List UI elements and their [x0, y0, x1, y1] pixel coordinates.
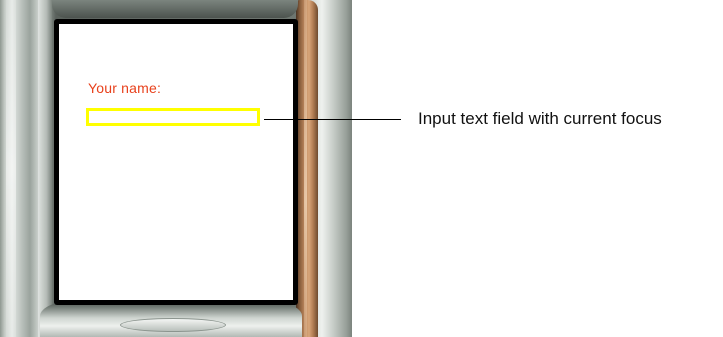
callout-line	[264, 119, 401, 120]
stage: Your name: Input text field with current…	[0, 0, 723, 337]
device-screen: Your name:	[59, 24, 293, 300]
bezel-inner-edge	[38, 0, 52, 337]
top-cap	[52, 0, 298, 18]
callout-label: Input text field with current focus	[418, 109, 662, 128]
name-field-label: Your name:	[88, 80, 162, 96]
side-trim	[296, 0, 318, 337]
phone-device: Your name:	[0, 0, 352, 337]
bezel-highlight	[6, 0, 16, 337]
center-key[interactable]	[120, 318, 226, 332]
name-input[interactable]	[86, 108, 260, 126]
